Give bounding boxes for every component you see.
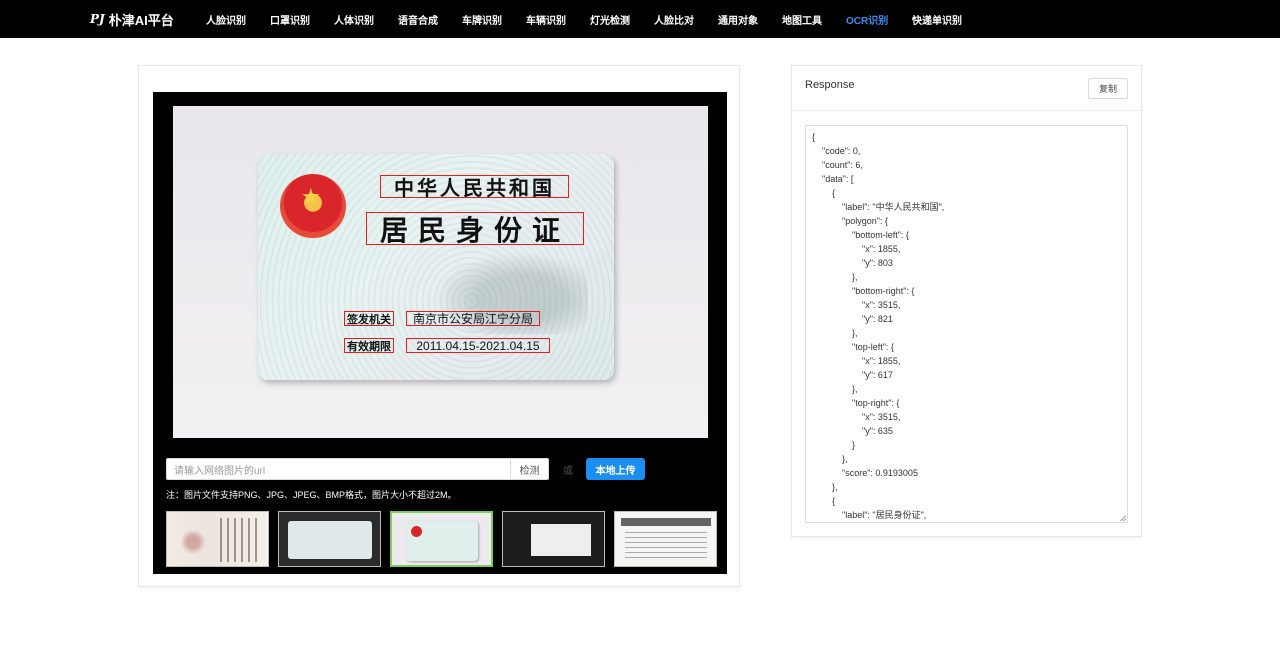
- sample-thumb-asset-label[interactable]: [502, 511, 605, 567]
- top-navigation: PJ 朴津AI平台 人脸识别 口罩识别 人体识别 语音合成 车牌识别 车辆识别 …: [0, 0, 1280, 38]
- json-line: "polygon": {: [812, 216, 888, 226]
- json-line: "y": 821: [812, 314, 893, 324]
- json-line: },: [812, 272, 858, 282]
- nav-item-body-recognition[interactable]: 人体识别: [334, 12, 398, 27]
- nav-item-express-ocr[interactable]: 快递单识别: [912, 12, 982, 27]
- or-label: 或: [563, 465, 573, 477]
- brand-name: 朴津AI平台: [108, 12, 174, 28]
- image-viewer: ★ 中华人民共和国 居民身份证 签发机关 南京市公安局江宁分局 有效期限 201…: [153, 92, 727, 574]
- ocr-box-card-type: 居民身份证: [366, 212, 584, 247]
- json-line: },: [812, 328, 858, 338]
- national-emblem-icon: ★: [280, 174, 346, 238]
- json-line: },: [812, 454, 848, 464]
- json-line: "code": 0,: [812, 146, 861, 156]
- json-line: "x": 3515,: [812, 412, 901, 422]
- brand[interactable]: PJ 朴津AI平台: [90, 0, 174, 38]
- url-row: 请输入网络图片的url 检测 或 本地上传: [166, 458, 645, 480]
- nav-item-plate-recognition[interactable]: 车牌识别: [462, 12, 526, 27]
- json-line: "count": 6,: [812, 160, 863, 170]
- json-line: "bottom-right": {: [812, 286, 915, 296]
- json-line: "x": 3515,: [812, 300, 901, 310]
- sample-thumb-calligraphy[interactable]: [166, 511, 269, 567]
- json-line: "top-left": {: [812, 342, 894, 352]
- nav-item-vehicle-recognition[interactable]: 车辆识别: [526, 12, 590, 27]
- sample-thumb-document[interactable]: [614, 511, 717, 567]
- response-title: Response: [805, 79, 855, 91]
- detect-button[interactable]: 检测: [510, 458, 549, 480]
- nav-item-face-recognition[interactable]: 人脸识别: [206, 12, 270, 27]
- format-note: 注：图片文件支持PNG、JPG、JPEG、BMP格式，图片大小不超过2M。: [166, 490, 457, 500]
- ocr-box-validity-value: 2011.04.15-2021.04.15: [406, 338, 550, 353]
- json-line: "label": "居民身份证",: [812, 510, 927, 520]
- json-line: },: [812, 482, 838, 492]
- sample-thumb-train-ticket[interactable]: [278, 511, 381, 567]
- json-line: "score": 0.9193005: [812, 468, 918, 478]
- json-line: "y": 635: [812, 426, 893, 436]
- response-json-textarea[interactable]: { "code": 0, "count": 6, "data": [ { "la…: [805, 125, 1128, 523]
- local-upload-button[interactable]: 本地上传: [586, 458, 645, 480]
- json-line: "label": "中华人民共和国",: [812, 202, 945, 212]
- nav-item-face-compare[interactable]: 人脸比对: [654, 12, 718, 27]
- response-panel: Response 复制 { "code": 0, "count": 6, "da…: [791, 65, 1142, 537]
- json-line: "x": 1855,: [812, 244, 901, 254]
- copy-button[interactable]: 复制: [1088, 78, 1128, 99]
- json-line: {: [812, 188, 836, 198]
- json-line: "bottom-left": {: [812, 230, 909, 240]
- json-line: "data": [: [812, 174, 854, 184]
- response-header: Response 复制: [792, 66, 1141, 111]
- json-line: }: [812, 440, 856, 450]
- json-line: "x": 1855,: [812, 356, 901, 366]
- json-line: },: [812, 384, 858, 394]
- json-line: "y": 803: [812, 258, 893, 268]
- ocr-box-issuer-label: 签发机关: [344, 311, 394, 326]
- ocr-box-issuer-value: 南京市公安局江宁分局: [406, 311, 540, 326]
- nav-item-light-detection[interactable]: 灯光检测: [590, 12, 654, 27]
- nav-item-ocr[interactable]: OCR识别: [846, 12, 912, 27]
- brand-logo-icon: PJ: [90, 12, 105, 26]
- nav-item-map-tools[interactable]: 地图工具: [782, 12, 846, 27]
- json-line: "top-right": {: [812, 398, 900, 408]
- nav-item-general-object[interactable]: 通用对象: [718, 12, 782, 27]
- json-line: {: [812, 496, 836, 506]
- nav-item-speech-synthesis[interactable]: 语音合成: [398, 12, 462, 27]
- nav-item-mask-recognition[interactable]: 口罩识别: [270, 12, 334, 27]
- json-line: {: [812, 132, 816, 142]
- image-url-input[interactable]: 请输入网络图片的url: [166, 458, 510, 480]
- nav-links: 人脸识别 口罩识别 人体识别 语音合成 车牌识别 车辆识别 灯光检测 人脸比对 …: [206, 0, 982, 38]
- json-line: "y": 617: [812, 370, 893, 380]
- image-panel: ★ 中华人民共和国 居民身份证 签发机关 南京市公安局江宁分局 有效期限 201…: [138, 65, 740, 587]
- ocr-box-validity-label: 有效期限: [344, 338, 394, 353]
- ocr-box-country: 中华人民共和国: [380, 175, 569, 200]
- sample-thumbnails: [166, 511, 726, 567]
- sample-thumb-id-card[interactable]: [390, 511, 493, 567]
- id-card-picture: ★ 中华人民共和国 居民身份证 签发机关 南京市公安局江宁分局 有效期限 201…: [258, 154, 614, 380]
- resize-handle-icon[interactable]: [1120, 515, 1126, 521]
- result-image: ★ 中华人民共和国 居民身份证 签发机关 南京市公安局江宁分局 有效期限 201…: [173, 106, 708, 438]
